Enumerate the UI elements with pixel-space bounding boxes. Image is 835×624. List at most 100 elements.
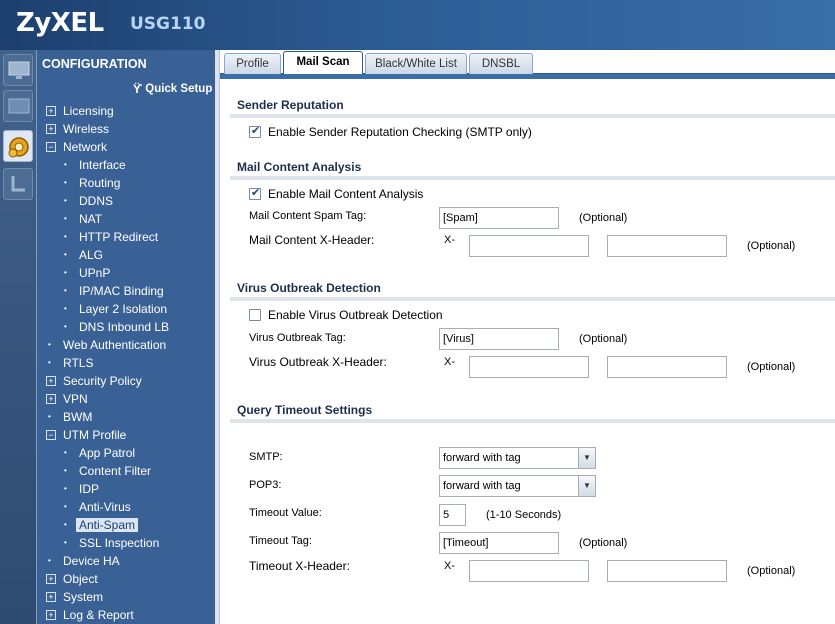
timeout-tag-input[interactable] xyxy=(439,532,559,554)
report-icon xyxy=(11,176,25,192)
bullet-icon: • xyxy=(64,484,67,493)
virus-outbreak-xheader-label: Virus Outbreak X-Header: xyxy=(249,355,387,369)
nav-item-ddns[interactable]: • DDNS xyxy=(37,192,216,210)
monitor-mode-button[interactable] xyxy=(3,54,33,86)
nav-item-label: App Patrol xyxy=(79,446,136,460)
pane-splitter[interactable] xyxy=(215,50,220,624)
expand-icon[interactable]: + xyxy=(46,106,56,116)
nav-item-anti-virus[interactable]: • Anti-Virus xyxy=(37,498,216,516)
tab-mail-scan[interactable]: Mail Scan xyxy=(283,51,363,75)
nav-item-app-patrol[interactable]: • App Patrol xyxy=(37,444,216,462)
expand-icon[interactable]: + xyxy=(46,124,56,134)
collapse-icon[interactable]: − xyxy=(46,430,56,440)
timeout-range-note: (1-10 Seconds) xyxy=(486,509,562,521)
mail-content-analysis-checkbox[interactable] xyxy=(249,186,261,200)
nav-item-bwm[interactable]: • BWM xyxy=(37,408,216,426)
nav-item-label: Web Authentication xyxy=(63,338,167,352)
pop3-action-selected: forward with tag xyxy=(443,480,521,492)
timeout-value-input[interactable] xyxy=(439,504,466,526)
nav-item-label: VPN xyxy=(63,392,88,406)
nav-item-network[interactable]: − Network xyxy=(37,138,216,156)
nav-item-label: BWM xyxy=(63,410,93,424)
nav-item-ip-mac-binding[interactable]: • IP/MAC Binding xyxy=(37,282,216,300)
timeout-xheader-name-input[interactable] xyxy=(469,560,589,582)
expand-icon[interactable]: + xyxy=(46,610,56,620)
report-mode-button[interactable] xyxy=(3,168,33,200)
nav-item-wireless[interactable]: + Wireless xyxy=(37,120,216,138)
nav-item-label: DDNS xyxy=(79,194,114,208)
timeout-tag-label: Timeout Tag: xyxy=(249,535,312,547)
nav-item-content-filter[interactable]: • Content Filter xyxy=(37,462,216,480)
tab-black-white-list[interactable]: Black/White List xyxy=(365,53,467,75)
nav-item-http-redirect[interactable]: • HTTP Redirect xyxy=(37,228,216,246)
bullet-icon: • xyxy=(64,502,67,511)
nav-item-nat[interactable]: • NAT xyxy=(37,210,216,228)
mail-content-spam-tag-input[interactable] xyxy=(439,207,559,229)
virus-outbreak-detection-checkbox[interactable] xyxy=(249,309,261,321)
nav-item-security-policy[interactable]: + Security Policy xyxy=(37,372,216,390)
nav-item-utm-profile[interactable]: − UTM Profile xyxy=(37,426,216,444)
dropdown-arrow-icon[interactable]: ▼ xyxy=(578,448,595,468)
tab-dnsbl[interactable]: DNSBL xyxy=(469,53,533,75)
nav-item-web-authentication[interactable]: • Web Authentication xyxy=(37,336,216,354)
configuration-mode-button[interactable] xyxy=(3,130,33,162)
section-title-virus-outbreak-detection: Virus Outbreak Detection xyxy=(237,281,381,295)
virus-outbreak-detection-checkbox-label: Enable Virus Outbreak Detection xyxy=(268,308,443,322)
nav-item-log-report[interactable]: + Log & Report xyxy=(37,606,216,624)
maintenance-mode-button[interactable] xyxy=(3,90,33,122)
nav-item-label: RTLS xyxy=(63,356,94,370)
bullet-icon: • xyxy=(64,448,67,457)
nav-item-anti-spam[interactable]: • Anti-Spam xyxy=(37,516,216,534)
smtp-action-select[interactable]: forward with tag ▼ xyxy=(439,447,596,469)
expand-icon[interactable]: + xyxy=(46,574,56,584)
nav-item-system[interactable]: + System xyxy=(37,588,216,606)
nav-item-label: UPnP xyxy=(79,266,111,280)
nav-item-ssl-inspection[interactable]: • SSL Inspection xyxy=(37,534,216,552)
mail-content-xheader-value-input[interactable] xyxy=(607,235,727,257)
optional-note: (Optional) xyxy=(579,212,628,224)
optional-note: (Optional) xyxy=(747,240,796,252)
virus-outbreak-xheader-name-input[interactable] xyxy=(469,356,589,378)
timeout-xheader-value-input[interactable] xyxy=(607,560,727,582)
nav-item-object[interactable]: + Object xyxy=(37,570,216,588)
nav-item-alg[interactable]: • ALG xyxy=(37,246,216,264)
dropdown-arrow-icon[interactable]: ▼ xyxy=(578,476,595,496)
bullet-icon: • xyxy=(64,268,67,277)
quick-setup-link[interactable]: ϔ Quick Setup xyxy=(133,82,212,96)
configuration-gear-icon xyxy=(8,137,29,158)
mail-content-xheader-name-input[interactable] xyxy=(469,235,589,257)
nav-item-label: Anti-Spam xyxy=(76,518,139,532)
nav-item-licensing[interactable]: + Licensing xyxy=(37,102,216,120)
nav-item-rtls[interactable]: • RTLS xyxy=(37,354,216,372)
nav-item-dns-inbound-lb[interactable]: • DNS Inbound LB xyxy=(37,318,216,336)
nav-item-label: Log & Report xyxy=(63,608,134,622)
pop3-action-select[interactable]: forward with tag ▼ xyxy=(439,475,596,497)
sidebar-title: CONFIGURATION xyxy=(42,57,147,71)
virus-outbreak-xheader-value-input[interactable] xyxy=(607,356,727,378)
tab-profile[interactable]: Profile xyxy=(224,53,281,75)
timeout-xheader-label: Timeout X-Header: xyxy=(249,559,350,573)
nav-item-routing[interactable]: • Routing xyxy=(37,174,216,192)
expand-icon[interactable]: + xyxy=(46,592,56,602)
nav-item-upnp[interactable]: • UPnP xyxy=(37,264,216,282)
x-prefix: X- xyxy=(444,234,455,246)
nav-item-vpn[interactable]: + VPN xyxy=(37,390,216,408)
nav-item-idp[interactable]: • IDP xyxy=(37,480,216,498)
nav-item-label: Object xyxy=(63,572,98,586)
optional-note: (Optional) xyxy=(579,537,628,549)
nav-item-interface[interactable]: • Interface xyxy=(37,156,216,174)
nav-item-label: DNS Inbound LB xyxy=(79,320,170,334)
quick-setup-label: Quick Setup xyxy=(145,83,213,95)
nav-item-label: Security Policy xyxy=(63,374,142,388)
sender-reputation-checkbox[interactable] xyxy=(249,124,261,138)
expand-icon[interactable]: + xyxy=(46,376,56,386)
expand-icon[interactable]: + xyxy=(46,394,56,404)
nav-item-device-ha[interactable]: • Device HA xyxy=(37,552,216,570)
bullet-icon: • xyxy=(64,178,67,187)
collapse-icon[interactable]: − xyxy=(46,142,56,152)
virus-outbreak-tag-input[interactable] xyxy=(439,328,559,350)
bullet-icon: • xyxy=(64,322,67,331)
nav-item-layer-2-isolation[interactable]: • Layer 2 Isolation xyxy=(37,300,216,318)
smtp-label: SMTP: xyxy=(249,451,283,463)
mail-content-spam-tag-label: Mail Content Spam Tag: xyxy=(249,210,367,222)
